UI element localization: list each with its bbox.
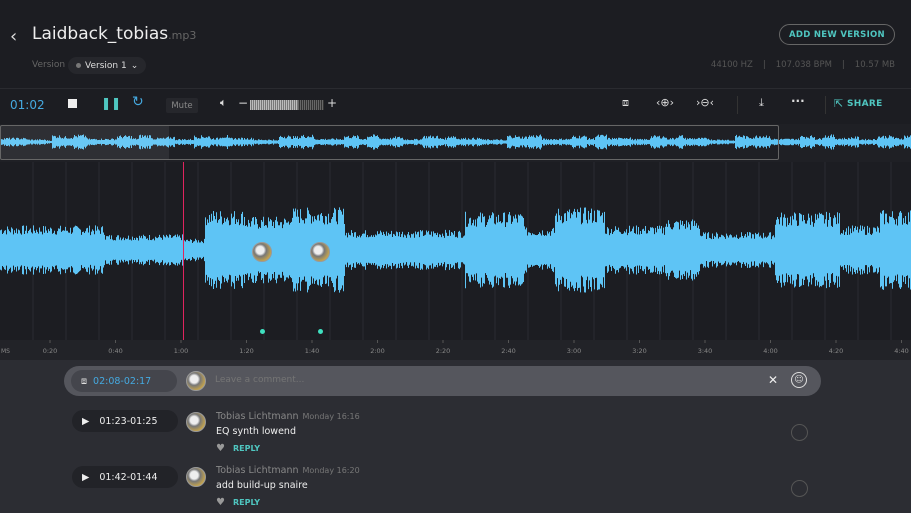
download-icon[interactable]: ⤓ bbox=[759, 96, 764, 110]
timeline-tick-label: 0:40 bbox=[108, 347, 123, 355]
timeline-tick-label: 4:40 bbox=[894, 347, 909, 355]
divider bbox=[825, 96, 826, 114]
sample-rate: 44100 HZ bbox=[710, 60, 753, 70]
add-new-version-button[interactable]: ADD NEW VERSION bbox=[779, 24, 895, 45]
comment-play-range[interactable]: ▶ 01:42-01:44 bbox=[72, 466, 178, 488]
volume-down-button[interactable]: − bbox=[238, 96, 248, 110]
timeline-unit: MS bbox=[1, 348, 10, 355]
timeline-tick-label: 3:20 bbox=[632, 347, 647, 355]
comment-range[interactable]: ⧈ 02:08-02:17 bbox=[71, 370, 177, 392]
comment-avatar bbox=[186, 467, 206, 487]
file-title: Laidback_tobias.mp3 bbox=[32, 24, 196, 44]
resolve-checkbox[interactable] bbox=[791, 480, 808, 497]
comment-author: Tobias Lichtmann Monday 16:20 bbox=[216, 465, 360, 476]
loop-icon[interactable]: ↻ bbox=[132, 94, 144, 110]
volume-slider[interactable] bbox=[250, 100, 324, 110]
author-name: Tobias Lichtmann bbox=[216, 411, 299, 422]
stop-icon[interactable] bbox=[68, 99, 77, 108]
comment-text: add build-up snaire bbox=[216, 480, 308, 491]
share-icon: ⇱ bbox=[834, 97, 844, 110]
comment-time: Monday 16:20 bbox=[302, 466, 360, 475]
reply-button[interactable]: REPLY bbox=[233, 444, 260, 453]
comment-avatar bbox=[186, 412, 206, 432]
resolve-checkbox[interactable] bbox=[791, 424, 808, 441]
zoom-in-icon[interactable]: ‹⊕› bbox=[656, 96, 674, 109]
close-icon[interactable]: ✕ bbox=[768, 373, 778, 387]
play-icon: ▶ bbox=[82, 471, 90, 483]
heart-icon[interactable]: ♥ bbox=[216, 497, 225, 508]
comment-marker-avatar[interactable] bbox=[252, 242, 272, 262]
comment-marker-dot[interactable] bbox=[260, 329, 265, 334]
comment-actions: ♥ REPLY bbox=[216, 443, 260, 454]
waveform-path bbox=[0, 207, 911, 293]
timeline-tick-label: 1:40 bbox=[305, 347, 320, 355]
comment-range-text: 01:42-01:44 bbox=[99, 471, 158, 483]
user-avatar bbox=[186, 371, 206, 391]
emoji-icon[interactable]: ☺ bbox=[791, 372, 807, 388]
timeline-tick-label: 4:20 bbox=[829, 347, 844, 355]
timeline-tick-label: 1:00 bbox=[174, 347, 189, 355]
volume-empty bbox=[298, 100, 324, 110]
timeline-tick-label: 3:00 bbox=[567, 347, 582, 355]
back-icon[interactable]: ‹ bbox=[10, 26, 17, 47]
timeline-tick-label: 2:00 bbox=[370, 347, 385, 355]
timeline-tick-label: 2:40 bbox=[501, 347, 516, 355]
chevron-down-icon: ⌄ bbox=[130, 60, 139, 71]
more-icon[interactable]: ··· bbox=[791, 94, 805, 108]
range-icon: ⧈ bbox=[81, 375, 88, 387]
file-meta: 44100 HZ | 107.038 BPM | 10.57 MB bbox=[710, 60, 895, 70]
divider bbox=[737, 96, 738, 114]
comment-text: EQ synth lowend bbox=[216, 426, 296, 437]
comment-marker-dot[interactable] bbox=[318, 329, 323, 334]
version-dot-icon bbox=[76, 63, 81, 68]
comment-range-text: 02:08-02:17 bbox=[93, 375, 152, 387]
comment-range-text: 01:23-01:25 bbox=[99, 415, 158, 427]
comment-marker-avatar[interactable] bbox=[310, 242, 330, 262]
share-button[interactable]: SHARE bbox=[847, 99, 883, 109]
timeline-tick-label: 1:20 bbox=[239, 347, 254, 355]
timeline-tick-label: 2:20 bbox=[436, 347, 451, 355]
pause-icon[interactable]: ❚❚ bbox=[101, 96, 121, 110]
timeline-ruler[interactable]: MS 0:20 0:40 1:00 1:20 1:40 2:00 2:20 2:40 3:00 3:… bbox=[0, 340, 911, 360]
overview-played-region bbox=[0, 126, 169, 159]
mute-button[interactable]: Mute bbox=[166, 98, 198, 113]
version-dropdown[interactable]: Version 1 ⌄ bbox=[68, 57, 147, 74]
timeline-tick-label: 3:40 bbox=[698, 347, 713, 355]
main-waveform[interactable] bbox=[0, 162, 911, 340]
comment-author: Tobias Lichtmann Monday 16:16 bbox=[216, 411, 360, 422]
play-icon: ▶ bbox=[82, 415, 90, 427]
playhead[interactable] bbox=[183, 162, 184, 342]
speaker-icon: 🔈︎ bbox=[220, 96, 227, 109]
current-time: 01:02 bbox=[10, 98, 45, 112]
version-label: Version bbox=[32, 60, 66, 70]
comment-time: Monday 16:16 bbox=[302, 412, 360, 421]
file-name: Laidback_tobias bbox=[32, 24, 169, 44]
volume-up-button[interactable]: + bbox=[327, 96, 337, 110]
comment-play-range[interactable]: ▶ 01:23-01:25 bbox=[72, 410, 178, 432]
timeline-tick-label: 0:20 bbox=[43, 347, 58, 355]
comment-actions: ♥ REPLY bbox=[216, 497, 260, 508]
bpm: 107.038 BPM bbox=[775, 60, 832, 70]
file-size: 10.57 MB bbox=[854, 60, 895, 70]
fit-icon[interactable]: ⧈ bbox=[622, 96, 629, 110]
heart-icon[interactable]: ♥ bbox=[216, 443, 225, 454]
comment-input[interactable] bbox=[215, 375, 615, 385]
reply-button[interactable]: REPLY bbox=[233, 498, 260, 507]
file-extension: .mp3 bbox=[168, 29, 197, 42]
timeline-tick-label: 4:00 bbox=[763, 347, 778, 355]
version-value: Version 1 bbox=[85, 60, 127, 71]
author-name: Tobias Lichtmann bbox=[216, 465, 299, 476]
zoom-out-icon[interactable]: ›⊖‹ bbox=[696, 96, 714, 109]
